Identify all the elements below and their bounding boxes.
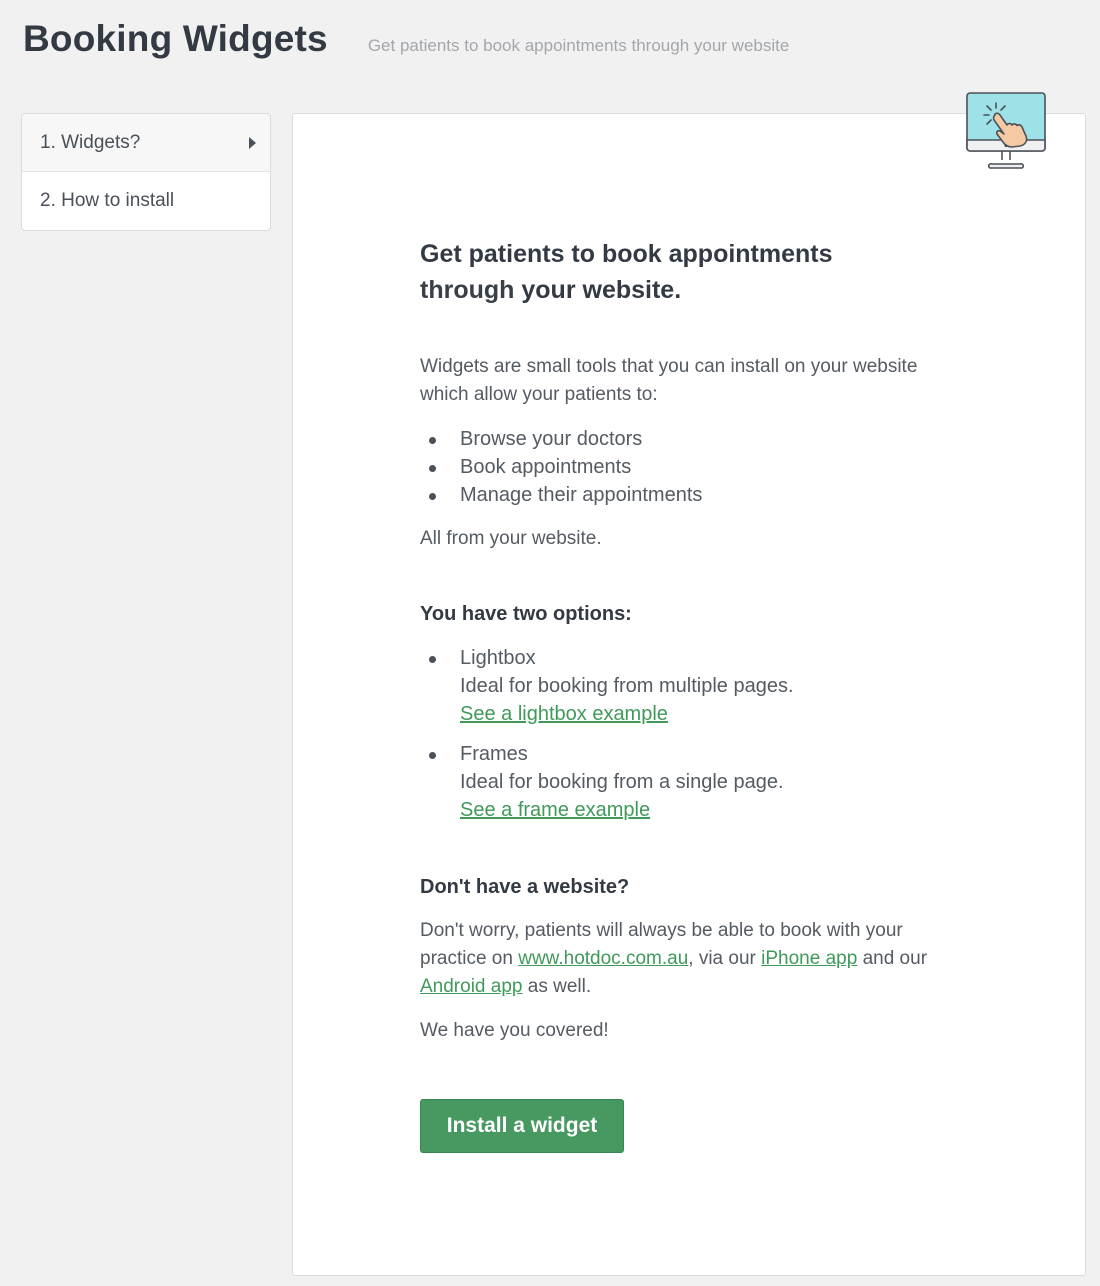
page-header: Booking Widgets Get patients to book app… <box>23 18 789 60</box>
option-name: Frames <box>460 743 528 765</box>
main-headline: Get patients to book appointments throug… <box>420 236 960 308</box>
option-name: Lightbox <box>460 647 536 669</box>
hotdoc-link[interactable]: www.hotdoc.com.au <box>518 948 688 969</box>
option-desc: Ideal for booking from a single page. <box>460 771 784 793</box>
page-subtitle: Get patients to book appointments throug… <box>367 36 790 55</box>
headline-through: through <box>420 276 515 304</box>
option-desc: Ideal for booking from multiple pages. <box>460 675 794 697</box>
sidebar-nav: 1. Widgets? 2. How to install <box>21 113 271 231</box>
list-item: Book appointments <box>420 453 960 481</box>
iphone-app-link[interactable]: iPhone app <box>761 948 857 969</box>
options-list: Lightbox Ideal for booking from multiple… <box>420 644 960 824</box>
all-from-text: All from your website. <box>420 528 602 549</box>
intro-line-2: which allow your patients to: <box>420 384 658 405</box>
list-item: Browse your doctors <box>420 425 960 453</box>
caret-right-icon <box>249 136 256 149</box>
intro-paragraph: Widgets are small tools that you can ins… <box>420 353 960 409</box>
options-heading: You have two options: <box>420 603 632 625</box>
lightbox-example-link[interactable]: See a lightbox example <box>460 703 668 725</box>
headline-line-1: Get patients to book appointments <box>420 240 833 268</box>
intro-line-1: Widgets are small tools that you can ins… <box>420 356 918 377</box>
sidebar-item-label: 2. How to install <box>40 190 175 211</box>
list-item: Manage their appointments <box>420 481 960 509</box>
page-title: Booking Widgets <box>23 18 328 59</box>
no-site-line-1: Don't worry, patients will always be abl… <box>420 920 903 941</box>
and-our-text: and our <box>862 948 928 969</box>
no-website-paragraph: Don't worry, patients will always be abl… <box>420 917 960 1001</box>
as-well-text: as well. <box>527 976 592 997</box>
via-our-text: , via our <box>688 948 756 969</box>
headline-bold: your website <box>521 276 675 304</box>
features-list: Browse your doctors Book appointments Ma… <box>420 425 960 509</box>
frame-example-link[interactable]: See a frame example <box>460 799 650 821</box>
sidebar-item-widgets[interactable]: 1. Widgets? <box>22 114 270 172</box>
covered-text: We have you covered! <box>420 1020 609 1041</box>
practice-on-text: practice on <box>420 948 513 969</box>
monitor-click-icon <box>966 92 1046 169</box>
android-app-link[interactable]: Android app <box>420 976 522 997</box>
main-content: Get patients to book appointments throug… <box>420 236 960 1153</box>
no-website-heading: Don't have a website? <box>420 876 630 898</box>
sidebar-item-how-to-install[interactable]: 2. How to install <box>22 172 270 230</box>
install-widget-button[interactable]: Install a widget <box>420 1099 624 1153</box>
sidebar-item-label: 1. Widgets? <box>40 131 141 153</box>
option-frames: Frames Ideal for booking from a single p… <box>420 740 960 824</box>
headline-period: . <box>674 276 682 304</box>
option-lightbox: Lightbox Ideal for booking from multiple… <box>420 644 960 728</box>
